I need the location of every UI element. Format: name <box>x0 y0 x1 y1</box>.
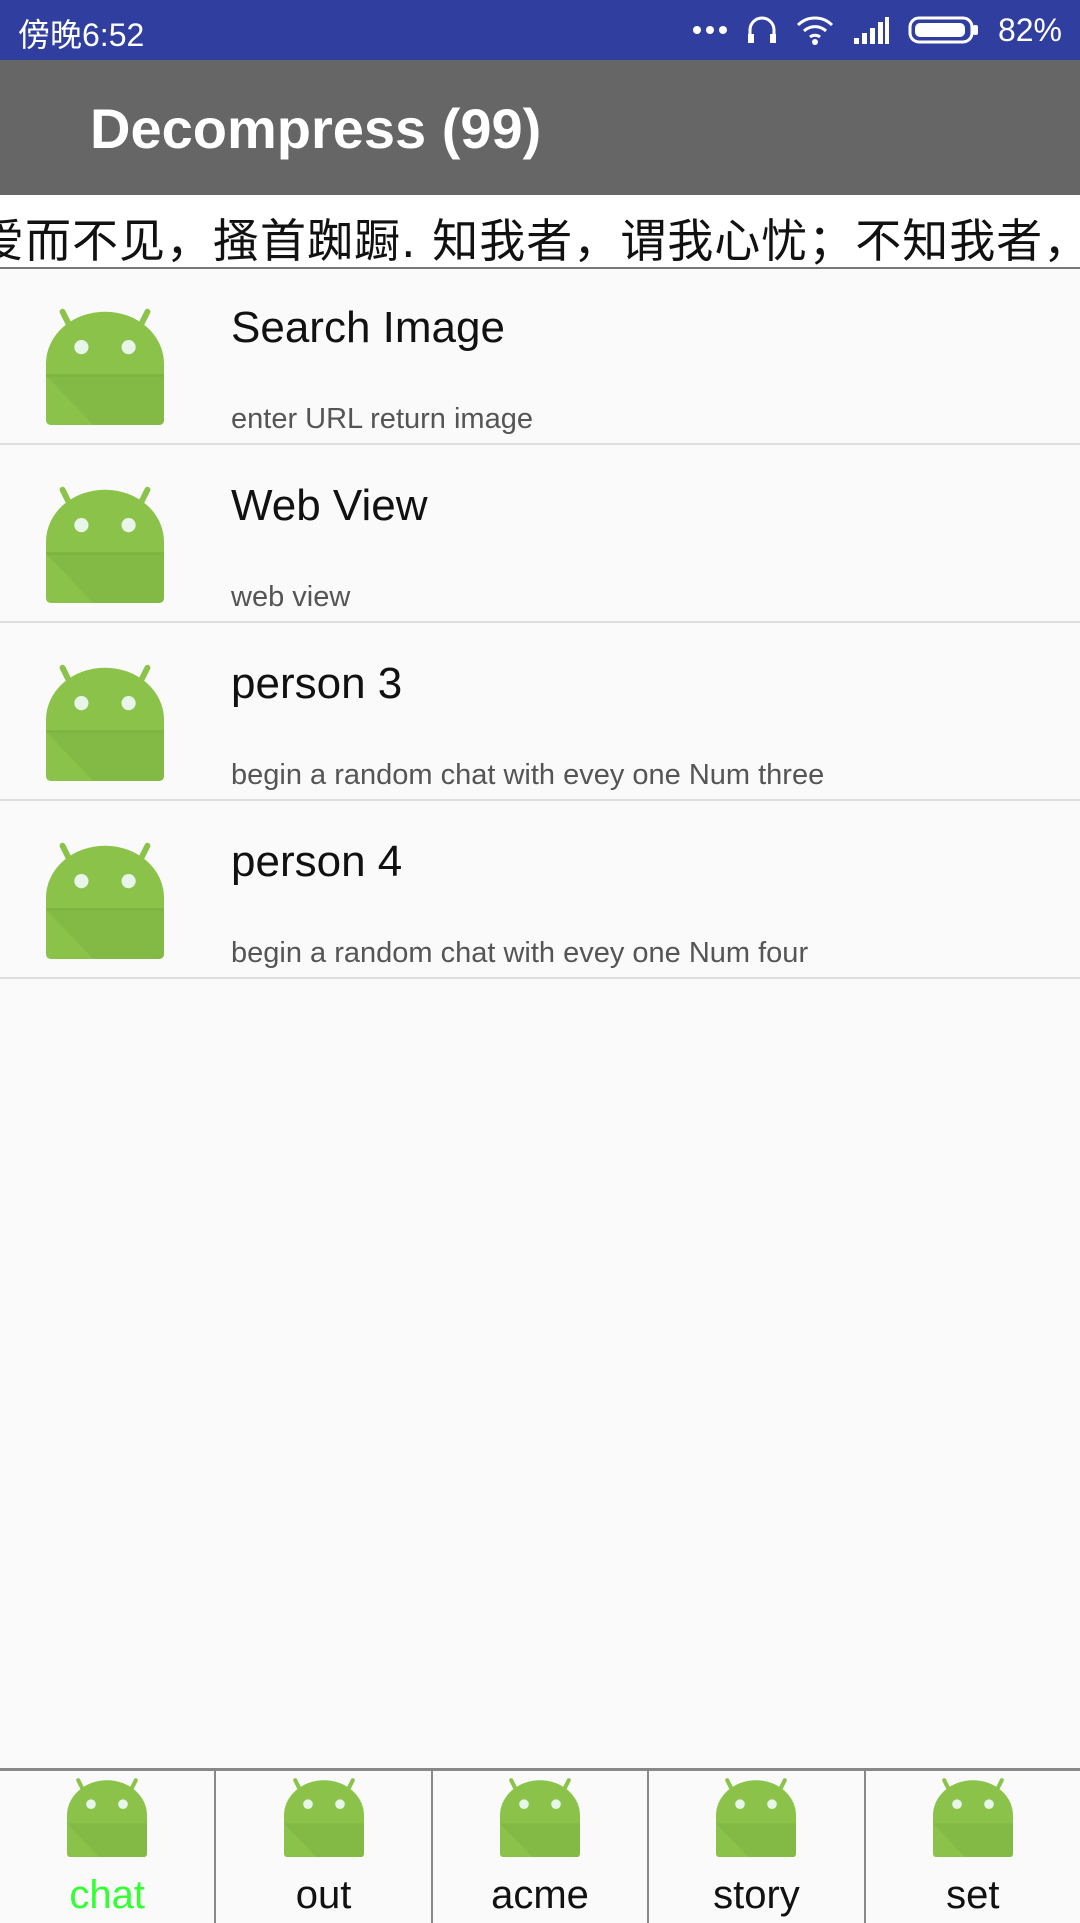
list-item[interactable]: Search Image enter URL return image <box>0 267 1080 445</box>
tab-label: acme <box>491 1873 589 1917</box>
bottom-nav: chat out acme story set <box>0 1768 1080 1923</box>
tab-acme[interactable]: acme <box>433 1771 650 1923</box>
tab-label: set <box>946 1873 1000 1917</box>
android-icon <box>46 842 164 959</box>
list-item-title: Web View <box>231 481 428 530</box>
android-icon <box>283 1778 364 1857</box>
status-bar: 傍晚6:52 82% <box>0 0 1080 60</box>
list-item[interactable]: person 3 begin a random chat with evey o… <box>0 623 1080 801</box>
android-icon <box>932 1778 1013 1857</box>
tab-label: story <box>713 1873 800 1917</box>
status-icons: 82% <box>692 8 1062 52</box>
android-icon <box>46 308 164 425</box>
item-list: Search Image enter URL return image Web … <box>0 267 1080 979</box>
page-title: Decompress (99) <box>90 97 542 160</box>
marquee-text: 爱而不见，搔首踟蹰. 知我者，谓我心忧；不知我者，谓 <box>0 214 1080 268</box>
android-icon <box>46 664 164 781</box>
list-item-title: person 3 <box>231 659 403 708</box>
list-item-subtitle: web view <box>231 581 351 613</box>
marquee-banner: 爱而不见，搔首踟蹰. 知我者，谓我心忧；不知我者，谓 <box>0 195 1080 269</box>
tab-label: out <box>295 1873 352 1917</box>
list-item-title: person 4 <box>231 837 403 886</box>
signal-icon <box>853 17 889 44</box>
tab-out[interactable]: out <box>216 1771 433 1923</box>
list-item-subtitle: begin a random chat with evey one Num fo… <box>231 937 809 969</box>
headphones-icon <box>747 16 776 43</box>
battery-icon <box>908 16 978 44</box>
list-item-title: Search Image <box>231 303 505 352</box>
wifi-icon <box>796 16 834 45</box>
list-item-subtitle: begin a random chat with evey one Num th… <box>231 759 825 791</box>
battery-percent: 82% <box>997 11 1062 48</box>
tab-chat[interactable]: chat <box>0 1771 217 1923</box>
android-icon <box>500 1778 581 1857</box>
status-time: 傍晚6:52 <box>18 17 145 53</box>
tab-story[interactable]: story <box>649 1771 866 1923</box>
list-item[interactable]: Web View web view <box>0 445 1080 623</box>
more-dots-icon <box>692 26 727 34</box>
tab-label: chat <box>69 1873 145 1917</box>
app-bar: Decompress (99) <box>0 60 1080 195</box>
android-icon <box>67 1778 148 1857</box>
android-icon <box>716 1778 797 1857</box>
android-icon <box>46 486 164 603</box>
tab-set[interactable]: set <box>866 1771 1080 1923</box>
list-item-subtitle: enter URL return image <box>231 403 533 435</box>
list-item[interactable]: person 4 begin a random chat with evey o… <box>0 801 1080 979</box>
